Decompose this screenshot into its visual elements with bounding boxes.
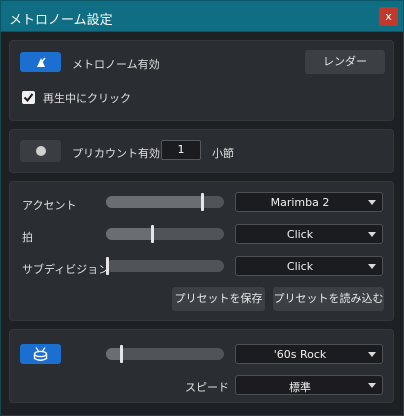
groove-slider-handle[interactable] (119, 345, 123, 363)
subdivision-slider-handle[interactable] (106, 257, 109, 275)
beat-label: 拍 (22, 231, 33, 244)
accent-slider-handle[interactable] (201, 193, 205, 211)
groove-style-dropdown[interactable]: '60s Rock (235, 344, 383, 364)
render-button[interactable]: レンダー (305, 50, 385, 74)
speed-label: スピード (185, 381, 229, 394)
subdivision-slider-handle-area (106, 257, 224, 275)
sounds-panel: アクセント Marimba 2 拍 Click サブディビジョン Click プ… (9, 181, 394, 321)
metronome-icon (37, 57, 46, 67)
accent-sound-dropdown[interactable]: Marimba 2 (235, 192, 383, 212)
record-dot-icon (36, 146, 46, 156)
metronome-enable-label: メトロノーム有効 (72, 58, 160, 71)
checkmark-icon (23, 93, 34, 103)
speed-dropdown[interactable]: 標準 (235, 375, 383, 395)
chevron-down-icon (368, 232, 376, 237)
subdivision-label: サブディビジョン (22, 263, 110, 276)
accent-sound-value: Marimba 2 (270, 196, 330, 209)
precount-bars-unit: 小節 (212, 147, 234, 160)
precount-panel: プリカウント有効 1 小節 (9, 129, 394, 173)
drum-icon (33, 347, 48, 361)
accent-label: アクセント (22, 199, 77, 212)
load-preset-button[interactable]: プリセットを読み込む (273, 287, 384, 311)
groove-panel: '60s Rock スピード 標準 (9, 329, 394, 403)
title-bar: メトロノーム設定 x (0, 0, 404, 32)
chevron-down-icon (368, 383, 376, 388)
metronome-settings-window: メトロノーム有効 レンダー 再生中にクリック プリカウント有効 1 小節 アクセ… (0, 32, 404, 416)
groove-style-value: '60s Rock (273, 348, 327, 361)
play-click-label: 再生中にクリック (43, 92, 131, 105)
play-click-checkbox[interactable] (22, 91, 35, 104)
precount-toggle-button[interactable] (20, 140, 61, 162)
chevron-down-icon (368, 352, 376, 357)
speed-value: 標準 (289, 381, 311, 394)
metronome-toggle-button[interactable] (20, 52, 61, 72)
subdivision-sound-dropdown[interactable]: Click (235, 256, 383, 276)
chevron-down-icon (368, 200, 376, 205)
precount-bars-input[interactable]: 1 (161, 140, 201, 160)
accent-slider-handle-area (106, 193, 224, 211)
precount-enable-label: プリカウント有効 (72, 147, 160, 160)
groove-toggle-button[interactable] (20, 344, 61, 364)
beat-slider-handle[interactable] (150, 225, 154, 243)
metronome-panel: メトロノーム有効 レンダー 再生中にクリック (9, 40, 394, 121)
close-button[interactable]: x (379, 7, 398, 26)
beat-sound-dropdown[interactable]: Click (235, 224, 383, 244)
window-title: メトロノーム設定 (9, 13, 113, 28)
subdivision-sound-value: Click (286, 260, 314, 273)
beat-sound-value: Click (286, 228, 314, 241)
groove-slider-handle-area (106, 345, 224, 363)
save-preset-button[interactable]: プリセットを保存 (172, 287, 265, 311)
beat-slider-handle-area (106, 225, 224, 243)
chevron-down-icon (368, 264, 376, 269)
